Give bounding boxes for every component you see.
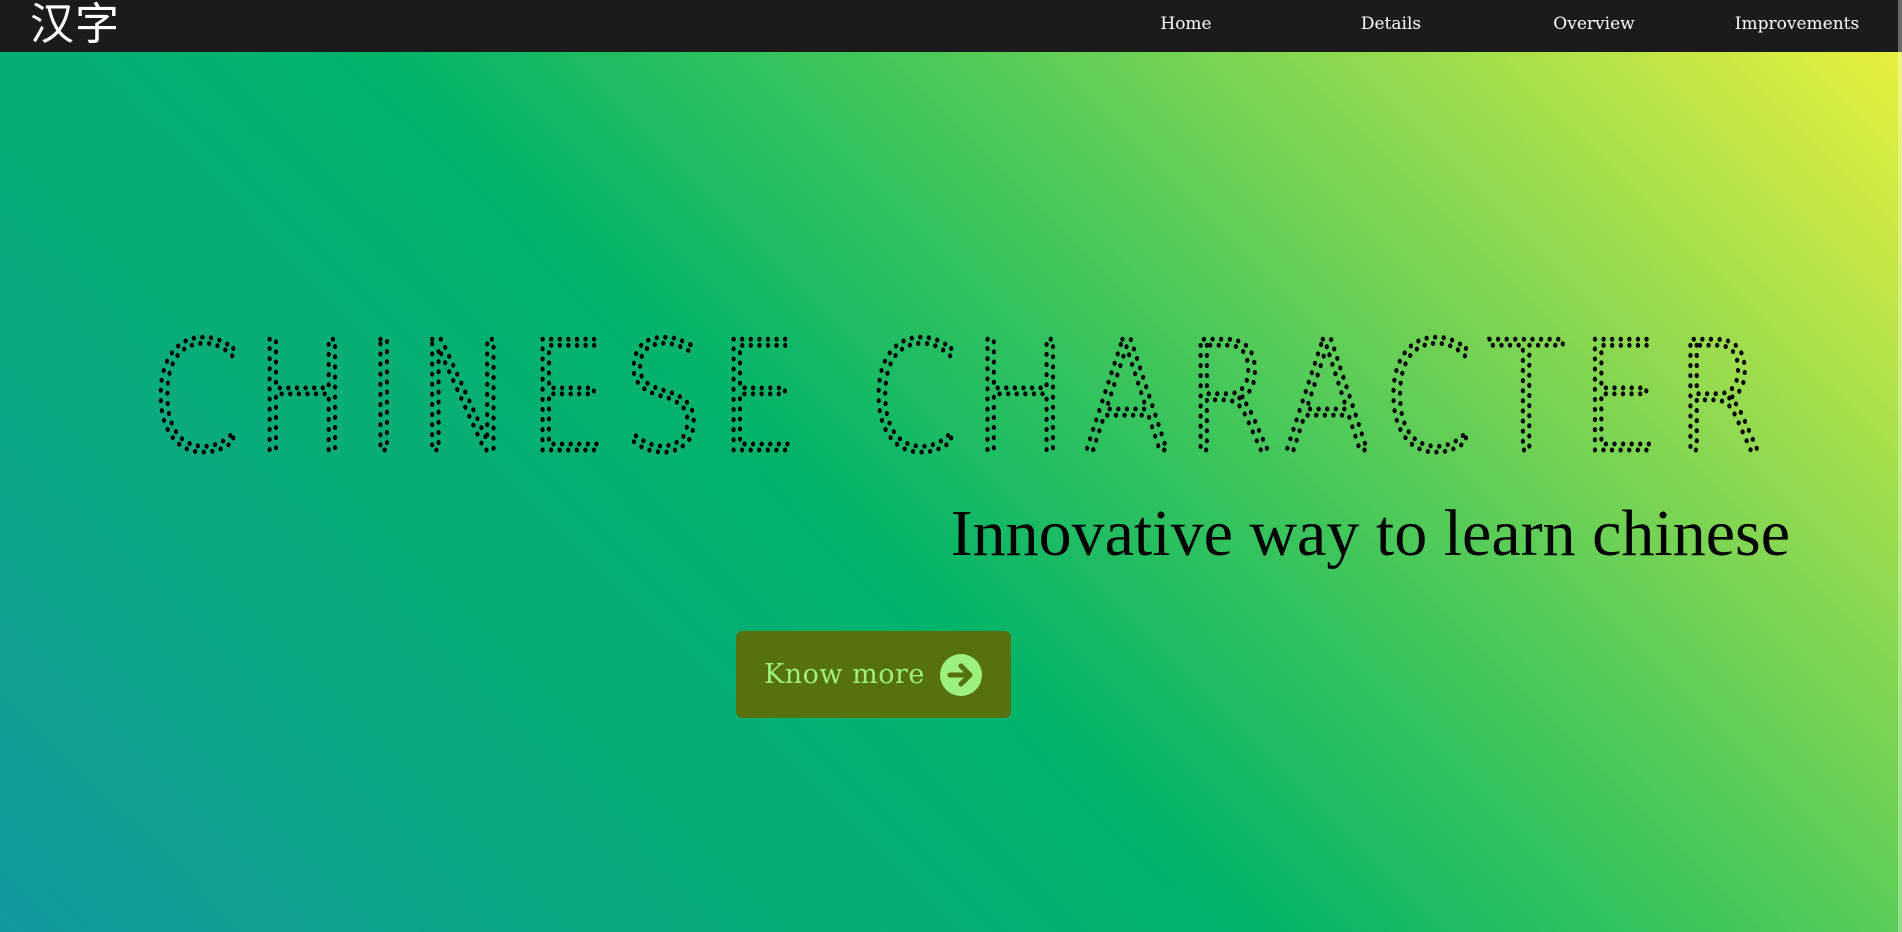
nav-link-details[interactable]: Details — [1311, 0, 1471, 48]
hero-title-svg: CHINESE CHARACTER — [150, 314, 1778, 464]
arrow-right-circle-icon — [939, 653, 982, 696]
page-scrollbar[interactable] — [1898, 0, 1902, 932]
know-more-button[interactable]: Know more — [736, 631, 1011, 718]
hero-section: CHINESE CHARACTER Innovative way to lear… — [0, 52, 1902, 932]
hero-title-text: CHINESE CHARACTER — [150, 314, 1778, 464]
know-more-label: Know more — [764, 659, 925, 690]
site-logo[interactable]: 汉字 — [30, 0, 120, 52]
hero-subtitle: Innovative way to learn chinese — [950, 497, 1790, 570]
nav-link-overview[interactable]: Overview — [1514, 0, 1674, 48]
navbar: 汉字 Home Details Overview Improvements — [0, 0, 1902, 52]
nav-link-improvements[interactable]: Improvements — [1717, 0, 1877, 48]
hero-title: CHINESE CHARACTER — [150, 314, 1790, 464]
nav-link-home[interactable]: Home — [1106, 0, 1266, 48]
